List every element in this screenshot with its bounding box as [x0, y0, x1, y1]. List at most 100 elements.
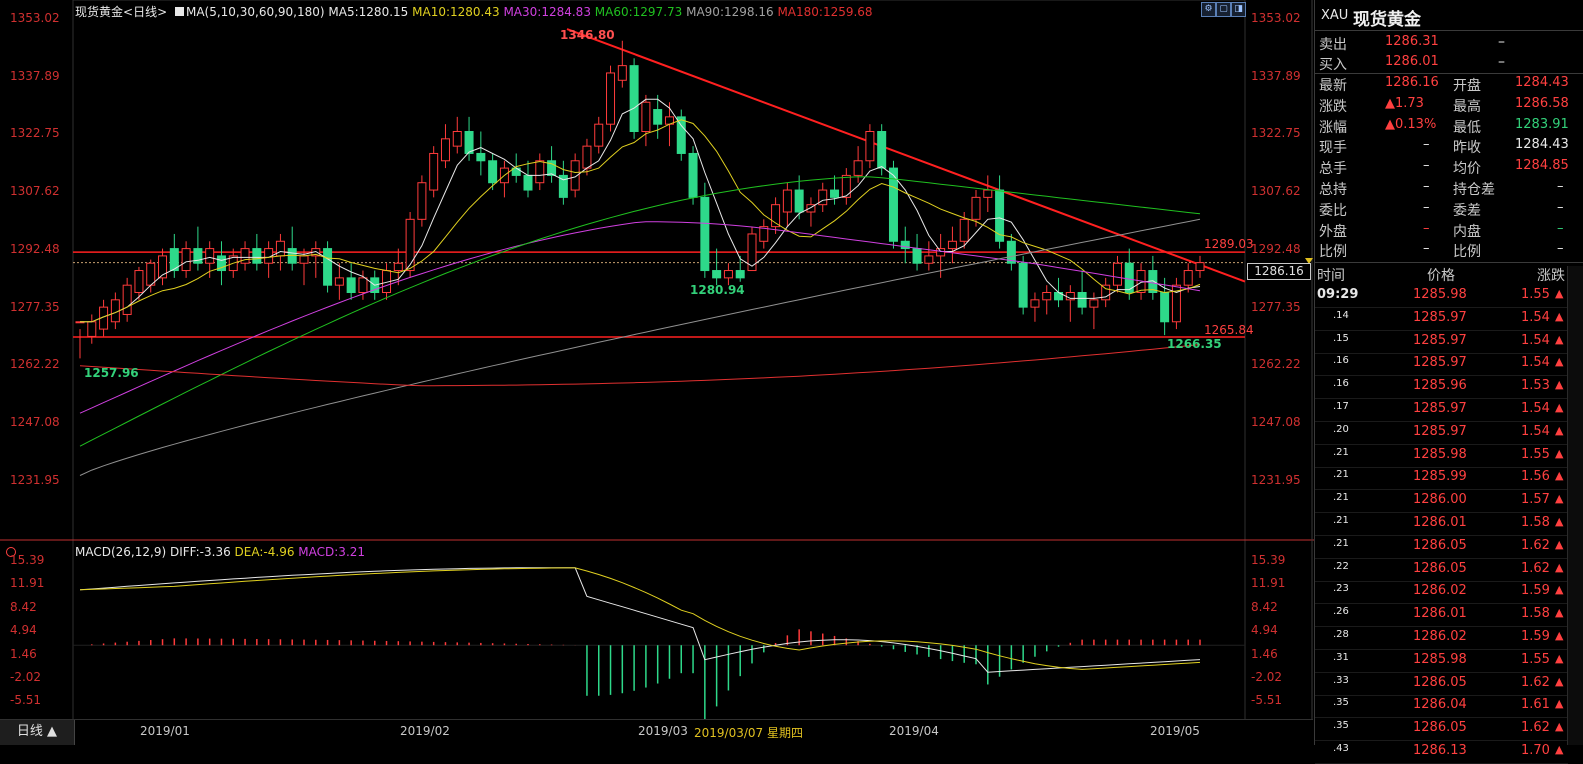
tick-row[interactable]: .21 1286.05 1.62 ▲	[1315, 535, 1568, 559]
instrument-name: 现货黄金	[75, 5, 124, 19]
tick-row[interactable]: .35 1286.05 1.62 ▲	[1315, 717, 1568, 742]
tick-row[interactable]: .20 1285.97 1.54 ▲	[1315, 421, 1568, 445]
candle-up	[782, 189, 792, 213]
up-arrow-icon: ▲	[1555, 378, 1564, 392]
candle-up	[865, 131, 875, 162]
quote-value: –	[1423, 220, 1430, 236]
ma180-line	[79, 344, 1201, 387]
candle-down	[700, 196, 710, 272]
low-left-annotation: 1257.96	[84, 366, 139, 380]
tick-price: 1285.97	[1413, 401, 1467, 416]
tick-change: 1.59	[1521, 583, 1550, 599]
quote-label: 委差	[1453, 202, 1481, 219]
candlestick-chart[interactable]	[0, 0, 1314, 720]
quote-value: 1284.85	[1515, 158, 1569, 174]
candle-down	[323, 248, 333, 286]
quote-row: 总持 – 持仓差 –	[1315, 177, 1583, 198]
candle-up	[582, 145, 592, 169]
tick-row[interactable]: .43 1286.13 1.70 ▲	[1315, 740, 1568, 764]
price-tick-label: 1307.62	[10, 184, 60, 199]
quote-value: –	[1423, 241, 1430, 257]
tick-price: 1286.05	[1413, 537, 1467, 553]
tick-time: .14	[1333, 309, 1349, 321]
candle-up	[358, 277, 368, 294]
price-tick-label: 1277.35	[10, 299, 60, 314]
tick-change: 1.55	[1521, 651, 1550, 667]
ma10-value: MA10:1280.43	[412, 5, 500, 19]
candle-up	[299, 255, 309, 264]
candle-up	[617, 65, 627, 81]
price-tick-label: 1277.35	[1251, 299, 1301, 314]
tick-row[interactable]: .21 1286.01 1.58 ▲	[1315, 512, 1568, 536]
date-label: 2019/03	[638, 724, 688, 738]
tick-row[interactable]: .28 1286.02 1.59 ▲	[1315, 626, 1568, 650]
tick-time: .21	[1333, 515, 1349, 526]
ma90-value: MA90:1298.16	[686, 5, 774, 19]
tick-change: 1.54	[1521, 355, 1550, 371]
candle-up	[405, 218, 415, 272]
period-tab[interactable]: 日线 ▲	[0, 720, 75, 745]
tick-row[interactable]: .21 1286.00 1.57 ▲	[1315, 489, 1568, 514]
quote-row: 涨幅 ▲0.13% 最低 1283.91	[1315, 115, 1583, 136]
tick-row[interactable]: .17 1285.97 1.54 ▲	[1315, 398, 1568, 422]
tick-change: 1.54	[1521, 332, 1550, 348]
tick-row[interactable]: .35 1286.04 1.61 ▲	[1315, 694, 1568, 719]
date-label: 2019/02	[400, 724, 450, 738]
tick-change: 1.55	[1521, 446, 1550, 462]
tick-list-scrollbar[interactable]	[1567, 266, 1583, 745]
candle-up	[936, 248, 946, 257]
tick-row[interactable]: .26 1286.01 1.58 ▲	[1315, 603, 1568, 628]
tick-row[interactable]: .21 1285.98 1.55 ▲	[1315, 444, 1568, 468]
up-arrow-icon: ▲	[1555, 423, 1564, 437]
quote-panel: XAU 现货黄金 卖出 1286.31 – 买入 1286.01 – 最新 128…	[1314, 0, 1583, 764]
macd-tick-label: -5.51	[1251, 693, 1283, 708]
tick-price: 1285.97	[1413, 309, 1467, 325]
candle-down	[476, 152, 486, 162]
up-arrow-icon: ▲	[1555, 560, 1564, 574]
macd-plot-frame	[72, 539, 1246, 720]
tick-row[interactable]: .33 1286.05 1.62 ▲	[1315, 672, 1568, 696]
tick-row[interactable]: .22 1286.05 1.62 ▲	[1315, 558, 1568, 582]
tick-row[interactable]: .23 1286.02 1.59 ▲	[1315, 580, 1568, 605]
tick-price: 1286.02	[1413, 583, 1467, 599]
candle-down	[735, 270, 745, 279]
quote-label: 涨跌	[1319, 98, 1347, 115]
candle-up	[122, 284, 132, 315]
quote-label: 均价	[1453, 161, 1481, 178]
up-arrow-icon: ▲	[1555, 515, 1564, 528]
tick-price: 1286.00	[1413, 492, 1467, 508]
quote-label: 现手	[1319, 140, 1347, 157]
quote-header: XAU 现货黄金	[1315, 4, 1583, 31]
settings-icon[interactable]: ⚙	[1201, 2, 1216, 17]
tick-row[interactable]: .14 1285.97 1.54 ▲	[1315, 307, 1568, 331]
price-tick-label: 1307.62	[1251, 184, 1301, 199]
quote-row: 比例 – 比例 –	[1315, 239, 1583, 260]
macd-tick-label: 1.46	[1251, 646, 1278, 661]
candle-down	[794, 189, 804, 213]
macd-tick-label: -2.02	[10, 670, 42, 684]
tick-row[interactable]: .21 1285.99 1.56 ▲	[1315, 466, 1568, 491]
up-arrow-icon: ▲	[1555, 332, 1564, 346]
tick-change: 1.58	[1521, 606, 1550, 622]
quote-value: –	[1423, 179, 1430, 194]
tick-row[interactable]: .15 1285.97 1.54 ▲	[1315, 330, 1568, 354]
tick-time: .21	[1333, 446, 1349, 458]
candle-up	[594, 123, 604, 147]
buy-volume: –	[1498, 54, 1505, 70]
tick-row[interactable]: .31 1285.98 1.55 ▲	[1315, 649, 1568, 673]
tick-row[interactable]: .16 1285.96 1.53 ▲	[1315, 375, 1568, 400]
tick-row[interactable]: .16 1285.97 1.54 ▲	[1315, 352, 1568, 377]
candle-down	[995, 189, 1005, 242]
tick-row[interactable]: 09:29 1285.98 1.55 ▲	[1315, 284, 1568, 308]
resistance-label: 1289.03	[1204, 237, 1254, 251]
tick-time: .21	[1333, 537, 1349, 549]
restore-icon[interactable]: ◨	[1231, 2, 1246, 17]
macd-value: MACD:3.21	[298, 545, 366, 559]
tick-price: 1286.05	[1413, 560, 1467, 576]
tick-change: 1.62	[1521, 560, 1550, 576]
expand-icon[interactable]: ▢	[1216, 2, 1231, 17]
candle-up	[334, 277, 344, 286]
crosshair-date: 2019/03/07 星期四	[694, 726, 803, 740]
tick-change: 1.54	[1521, 423, 1550, 439]
ma-toggle-icon[interactable]	[174, 7, 184, 16]
